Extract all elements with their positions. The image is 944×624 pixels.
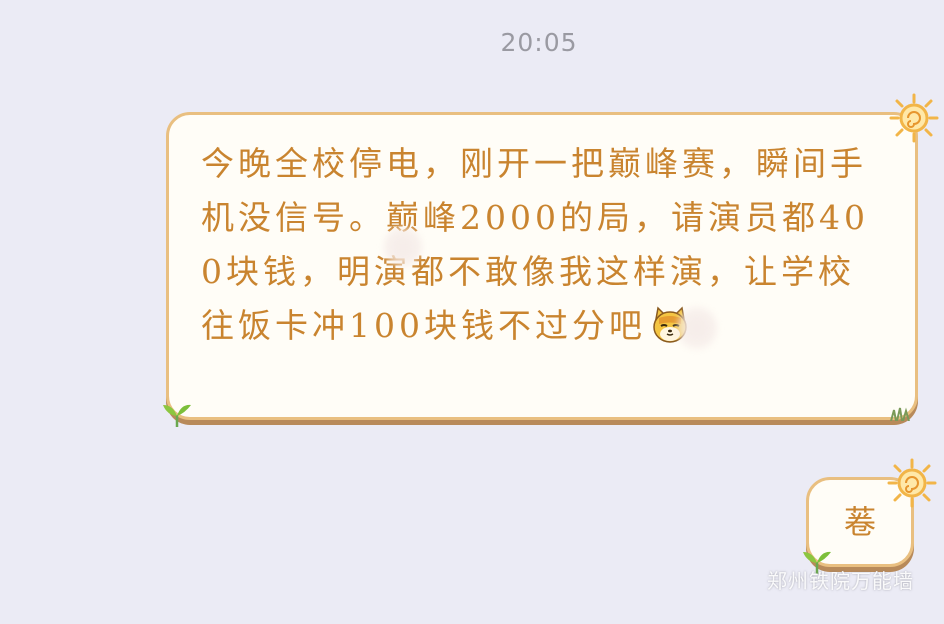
message-timestamp: 20:05 xyxy=(500,28,578,57)
grass-decoration-icon xyxy=(890,407,910,421)
message-text: 今晚全校停电，刚开一把巅峰赛，瞬间手机没信号。巅峰2000的局，请演员都400块… xyxy=(201,137,885,353)
blur-mask xyxy=(676,305,718,351)
blur-mask xyxy=(383,225,423,269)
message-text-content: 今晚全校停电，刚开一把巅峰赛，瞬间手机没信号。巅峰2000的局，请演员都400块… xyxy=(201,144,869,345)
chat-screen: 20:05 今晚全校停电，刚开一把巅峰赛，瞬间手机没信号。巅峰2000的局，请演… xyxy=(0,0,944,624)
sprout-decoration-icon xyxy=(163,404,191,427)
sun-decoration-icon xyxy=(887,458,937,508)
sun-decoration-icon xyxy=(889,93,939,143)
outgoing-message-bubble[interactable]: 今晚全校停电，刚开一把巅峰赛，瞬间手机没信号。巅峰2000的局，请演员都400块… xyxy=(163,93,939,427)
watermark: 郑州铁院万能墙 xyxy=(767,569,914,593)
outgoing-message-bubble[interactable]: 菤 xyxy=(803,458,937,574)
